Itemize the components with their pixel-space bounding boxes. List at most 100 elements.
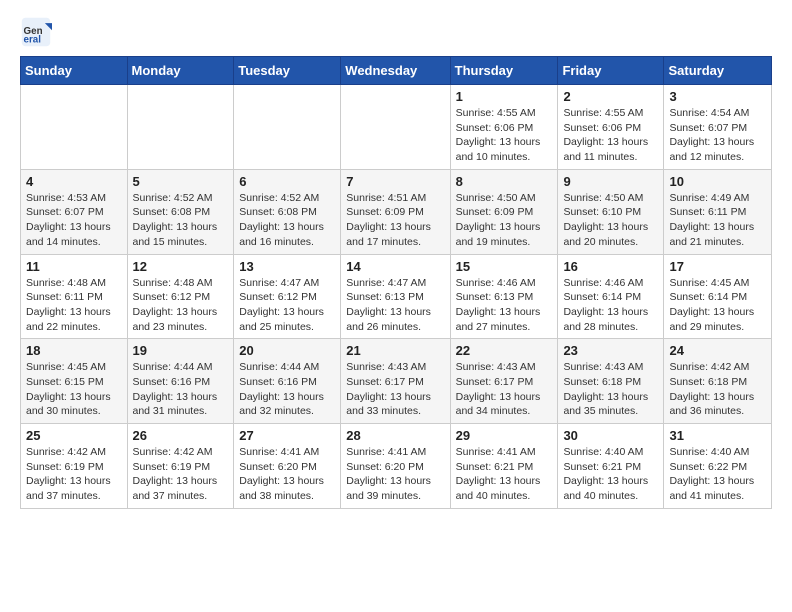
day-number: 17 (669, 259, 766, 274)
logo-icon: Gen eral (20, 16, 52, 48)
day-number: 31 (669, 428, 766, 443)
calendar-cell: 30 Sunrise: 4:40 AM Sunset: 6:21 PM Dayli… (558, 424, 664, 509)
day-number: 25 (26, 428, 122, 443)
calendar-cell: 18Sunrise: 4:45 AM Sunset: 6:15 PM Dayli… (21, 339, 128, 424)
day-info: Sunrise: 4:50 AM Sunset: 6:10 PM Dayligh… (563, 191, 658, 250)
calendar-week-4: 18Sunrise: 4:45 AM Sunset: 6:15 PM Dayli… (21, 339, 772, 424)
day-number: 11 (26, 259, 122, 274)
calendar-cell: 7 Sunrise: 4:51 AM Sunset: 6:09 PM Daylig… (341, 169, 450, 254)
calendar-cell: 13 Sunrise: 4:47 AM Sunset: 6:12 PM Dayli… (234, 254, 341, 339)
calendar-cell: 27 Sunrise: 4:41 AM Sunset: 6:20 PM Dayli… (234, 424, 341, 509)
calendar-cell: 28 Sunrise: 4:41 AM Sunset: 6:20 PM Dayli… (341, 424, 450, 509)
calendar-cell: 25Sunrise: 4:42 AM Sunset: 6:19 PM Dayli… (21, 424, 128, 509)
day-info: Sunrise: 4:40 AM Sunset: 6:21 PM Dayligh… (563, 445, 658, 504)
calendar-cell: 10 Sunrise: 4:49 AM Sunset: 6:11 PM Dayli… (664, 169, 772, 254)
day-info: Sunrise: 4:41 AM Sunset: 6:20 PM Dayligh… (239, 445, 335, 504)
day-number: 20 (239, 343, 335, 358)
weekday-header-tuesday: Tuesday (234, 57, 341, 85)
day-info: Sunrise: 4:44 AM Sunset: 6:16 PM Dayligh… (239, 360, 335, 419)
day-number: 13 (239, 259, 335, 274)
calendar-cell: 20 Sunrise: 4:44 AM Sunset: 6:16 PM Dayli… (234, 339, 341, 424)
weekday-header-saturday: Saturday (664, 57, 772, 85)
calendar-cell: 4 Sunrise: 4:53 AM Sunset: 6:07 PM Daylig… (21, 169, 128, 254)
day-info: Sunrise: 4:41 AM Sunset: 6:21 PM Dayligh… (456, 445, 553, 504)
day-number: 21 (346, 343, 444, 358)
day-info: Sunrise: 4:42 AM Sunset: 6:18 PM Dayligh… (669, 360, 766, 419)
calendar-cell (341, 85, 450, 170)
day-number: 26 (133, 428, 229, 443)
calendar-cell (234, 85, 341, 170)
calendar-week-1: 1Sunrise: 4:55 AM Sunset: 6:06 PM Daylig… (21, 85, 772, 170)
day-number: 12 (133, 259, 229, 274)
calendar-cell: 21 Sunrise: 4:43 AM Sunset: 6:17 PM Dayli… (341, 339, 450, 424)
day-number: 6 (239, 174, 335, 189)
day-number: 14 (346, 259, 444, 274)
calendar-cell: 9Sunrise: 4:50 AM Sunset: 6:10 PM Daylig… (558, 169, 664, 254)
day-info: Sunrise: 4:48 AM Sunset: 6:12 PM Dayligh… (133, 276, 229, 335)
day-info: Sunrise: 4:55 AM Sunset: 6:06 PM Dayligh… (563, 106, 658, 165)
calendar-cell: 15 Sunrise: 4:46 AM Sunset: 6:13 PM Dayli… (450, 254, 558, 339)
calendar-body: 1Sunrise: 4:55 AM Sunset: 6:06 PM Daylig… (21, 85, 772, 509)
logo: Gen eral (20, 16, 58, 48)
calendar-cell: 29 Sunrise: 4:41 AM Sunset: 6:21 PM Dayli… (450, 424, 558, 509)
day-info: Sunrise: 4:42 AM Sunset: 6:19 PM Dayligh… (133, 445, 229, 504)
calendar-cell: 6 Sunrise: 4:52 AM Sunset: 6:08 PM Daylig… (234, 169, 341, 254)
day-info: Sunrise: 4:51 AM Sunset: 6:09 PM Dayligh… (346, 191, 444, 250)
weekday-header-monday: Monday (127, 57, 234, 85)
calendar-cell: 17 Sunrise: 4:45 AM Sunset: 6:14 PM Dayli… (664, 254, 772, 339)
calendar-cell: 12 Sunrise: 4:48 AM Sunset: 6:12 PM Dayli… (127, 254, 234, 339)
day-info: Sunrise: 4:41 AM Sunset: 6:20 PM Dayligh… (346, 445, 444, 504)
day-number: 2 (563, 89, 658, 104)
day-number: 30 (563, 428, 658, 443)
svg-text:eral: eral (24, 35, 42, 46)
calendar-cell (21, 85, 128, 170)
day-number: 7 (346, 174, 444, 189)
day-number: 18 (26, 343, 122, 358)
day-number: 3 (669, 89, 766, 104)
calendar-cell: 8 Sunrise: 4:50 AM Sunset: 6:09 PM Daylig… (450, 169, 558, 254)
day-number: 28 (346, 428, 444, 443)
day-number: 27 (239, 428, 335, 443)
day-number: 10 (669, 174, 766, 189)
calendar-cell: 24Sunrise: 4:42 AM Sunset: 6:18 PM Dayli… (664, 339, 772, 424)
calendar-table: SundayMondayTuesdayWednesdayThursdayFrid… (20, 56, 772, 509)
calendar-cell: 3 Sunrise: 4:54 AM Sunset: 6:07 PM Daylig… (664, 85, 772, 170)
day-info: Sunrise: 4:53 AM Sunset: 6:07 PM Dayligh… (26, 191, 122, 250)
day-info: Sunrise: 4:55 AM Sunset: 6:06 PM Dayligh… (456, 106, 553, 165)
calendar-cell: 1Sunrise: 4:55 AM Sunset: 6:06 PM Daylig… (450, 85, 558, 170)
day-number: 29 (456, 428, 553, 443)
day-info: Sunrise: 4:43 AM Sunset: 6:18 PM Dayligh… (563, 360, 658, 419)
calendar-week-2: 4 Sunrise: 4:53 AM Sunset: 6:07 PM Daylig… (21, 169, 772, 254)
day-info: Sunrise: 4:45 AM Sunset: 6:14 PM Dayligh… (669, 276, 766, 335)
calendar-cell: 2 Sunrise: 4:55 AM Sunset: 6:06 PM Daylig… (558, 85, 664, 170)
day-info: Sunrise: 4:46 AM Sunset: 6:13 PM Dayligh… (456, 276, 553, 335)
day-info: Sunrise: 4:49 AM Sunset: 6:11 PM Dayligh… (669, 191, 766, 250)
calendar-cell: 11Sunrise: 4:48 AM Sunset: 6:11 PM Dayli… (21, 254, 128, 339)
day-info: Sunrise: 4:43 AM Sunset: 6:17 PM Dayligh… (346, 360, 444, 419)
header: Gen eral (20, 16, 772, 48)
day-number: 4 (26, 174, 122, 189)
day-info: Sunrise: 4:40 AM Sunset: 6:22 PM Dayligh… (669, 445, 766, 504)
calendar-week-3: 11Sunrise: 4:48 AM Sunset: 6:11 PM Dayli… (21, 254, 772, 339)
day-info: Sunrise: 4:47 AM Sunset: 6:13 PM Dayligh… (346, 276, 444, 335)
day-info: Sunrise: 4:47 AM Sunset: 6:12 PM Dayligh… (239, 276, 335, 335)
weekday-header-friday: Friday (558, 57, 664, 85)
calendar-cell: 14 Sunrise: 4:47 AM Sunset: 6:13 PM Dayli… (341, 254, 450, 339)
calendar-cell: 26 Sunrise: 4:42 AM Sunset: 6:19 PM Dayli… (127, 424, 234, 509)
day-number: 15 (456, 259, 553, 274)
day-number: 8 (456, 174, 553, 189)
day-info: Sunrise: 4:50 AM Sunset: 6:09 PM Dayligh… (456, 191, 553, 250)
day-number: 22 (456, 343, 553, 358)
calendar-cell: 5Sunrise: 4:52 AM Sunset: 6:08 PM Daylig… (127, 169, 234, 254)
calendar-cell: 19Sunrise: 4:44 AM Sunset: 6:16 PM Dayli… (127, 339, 234, 424)
calendar-cell (127, 85, 234, 170)
calendar-header: SundayMondayTuesdayWednesdayThursdayFrid… (21, 57, 772, 85)
calendar-cell: 23 Sunrise: 4:43 AM Sunset: 6:18 PM Dayli… (558, 339, 664, 424)
day-number: 16 (563, 259, 658, 274)
page: Gen eral SundayMondayTuesdayWednesdayThu… (0, 0, 792, 525)
day-info: Sunrise: 4:54 AM Sunset: 6:07 PM Dayligh… (669, 106, 766, 165)
day-number: 23 (563, 343, 658, 358)
calendar-cell: 16Sunrise: 4:46 AM Sunset: 6:14 PM Dayli… (558, 254, 664, 339)
day-info: Sunrise: 4:52 AM Sunset: 6:08 PM Dayligh… (239, 191, 335, 250)
weekday-header-wednesday: Wednesday (341, 57, 450, 85)
